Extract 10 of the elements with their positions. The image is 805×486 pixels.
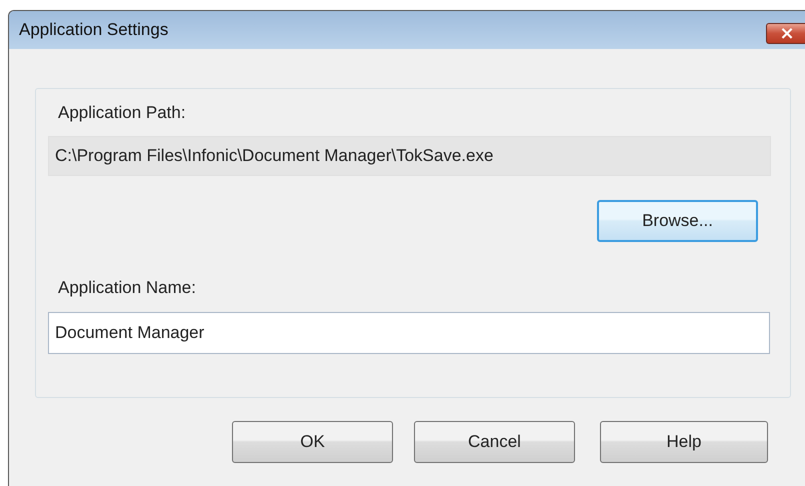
path-field: C:\Program Files\Infonic\Document Manager\TokSave.exe: [48, 136, 771, 176]
browse-button[interactable]: Browse...: [597, 200, 758, 242]
path-label: Application Path:: [57, 102, 187, 124]
ok-button[interactable]: OK: [232, 421, 393, 463]
cancel-button[interactable]: Cancel: [414, 421, 575, 463]
name-field[interactable]: Document Manager: [48, 312, 770, 354]
window-title: Application Settings: [19, 20, 168, 40]
help-button[interactable]: Help: [600, 421, 768, 463]
name-label: Application Name:: [57, 277, 197, 299]
close-button[interactable]: ×: [766, 23, 805, 44]
